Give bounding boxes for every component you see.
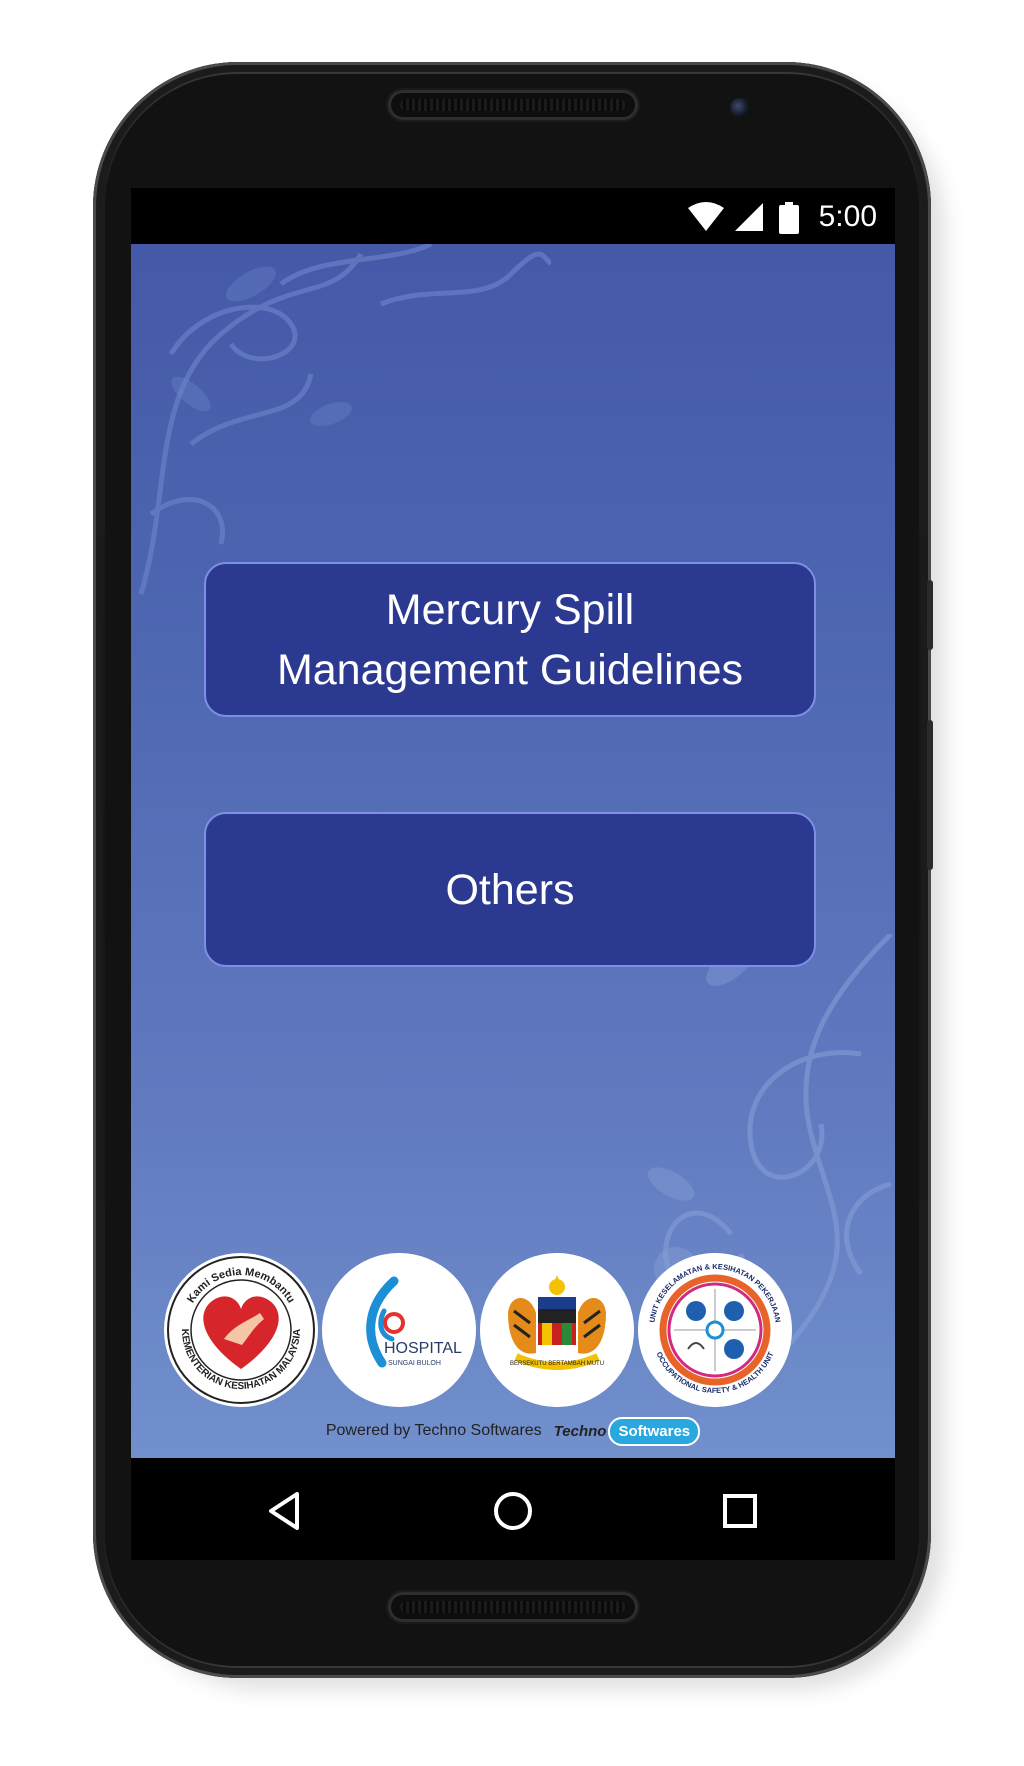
power-button (927, 580, 933, 650)
hospital-sungai-buloh-logo: HOSPITAL SUNGAI BULOH (322, 1253, 476, 1407)
svg-text:HOSPITAL: HOSPITAL (384, 1340, 462, 1357)
occupational-safety-health-unit-logo: UNIT KESELAMATAN & KESIHATAN PEKERJAAN O… (638, 1253, 792, 1407)
front-camera (730, 98, 750, 118)
brand-name-part1: Techno (553, 1422, 607, 1440)
battery-icon (779, 202, 799, 234)
status-bar: 5:00 (131, 188, 895, 244)
techno-softwares-logo: Techno Softwares (553, 1416, 701, 1446)
mercury-spill-guidelines-button[interactable]: Mercury Spill Management Guidelines (204, 562, 816, 717)
app-background: Mercury Spill Management Guidelines Othe… (131, 244, 895, 1458)
kkm-logo: Kami Sedia Membantu KEMENTERIAN KESIHATA… (164, 1253, 318, 1407)
bottom-speaker (388, 1592, 638, 1622)
navigation-bar (131, 1458, 895, 1560)
recents-icon[interactable] (715, 1486, 765, 1536)
volume-button (927, 720, 933, 870)
powered-by-text: Powered by Techno Softwares (325, 1422, 542, 1439)
wifi-icon (688, 202, 724, 231)
malaysia-coat-of-arms-logo: BERSEKUTU BERTAMBAH MUTU (480, 1253, 634, 1407)
status-time: 5:00 (818, 200, 877, 233)
home-icon[interactable] (488, 1486, 538, 1536)
back-icon[interactable] (261, 1486, 311, 1536)
others-button[interactable]: Others (204, 812, 816, 967)
svg-text:BERSEKUTU BERTAMBAH MUTU: BERSEKUTU BERTAMBAH MUTU (510, 1361, 604, 1367)
signal-icon (735, 203, 763, 231)
brand-name-part2: Softwares (608, 1416, 701, 1446)
earpiece-speaker (388, 90, 638, 120)
svg-text:SUNGAI BULOH: SUNGAI BULOH (388, 1360, 441, 1367)
powered-by-footer: Powered by Techno Softwares Techno Softw… (131, 1407, 895, 1455)
floral-decoration-top (138, 244, 551, 595)
screen: 5:00 Mercury Spill Management Guidelines… (131, 188, 895, 1560)
